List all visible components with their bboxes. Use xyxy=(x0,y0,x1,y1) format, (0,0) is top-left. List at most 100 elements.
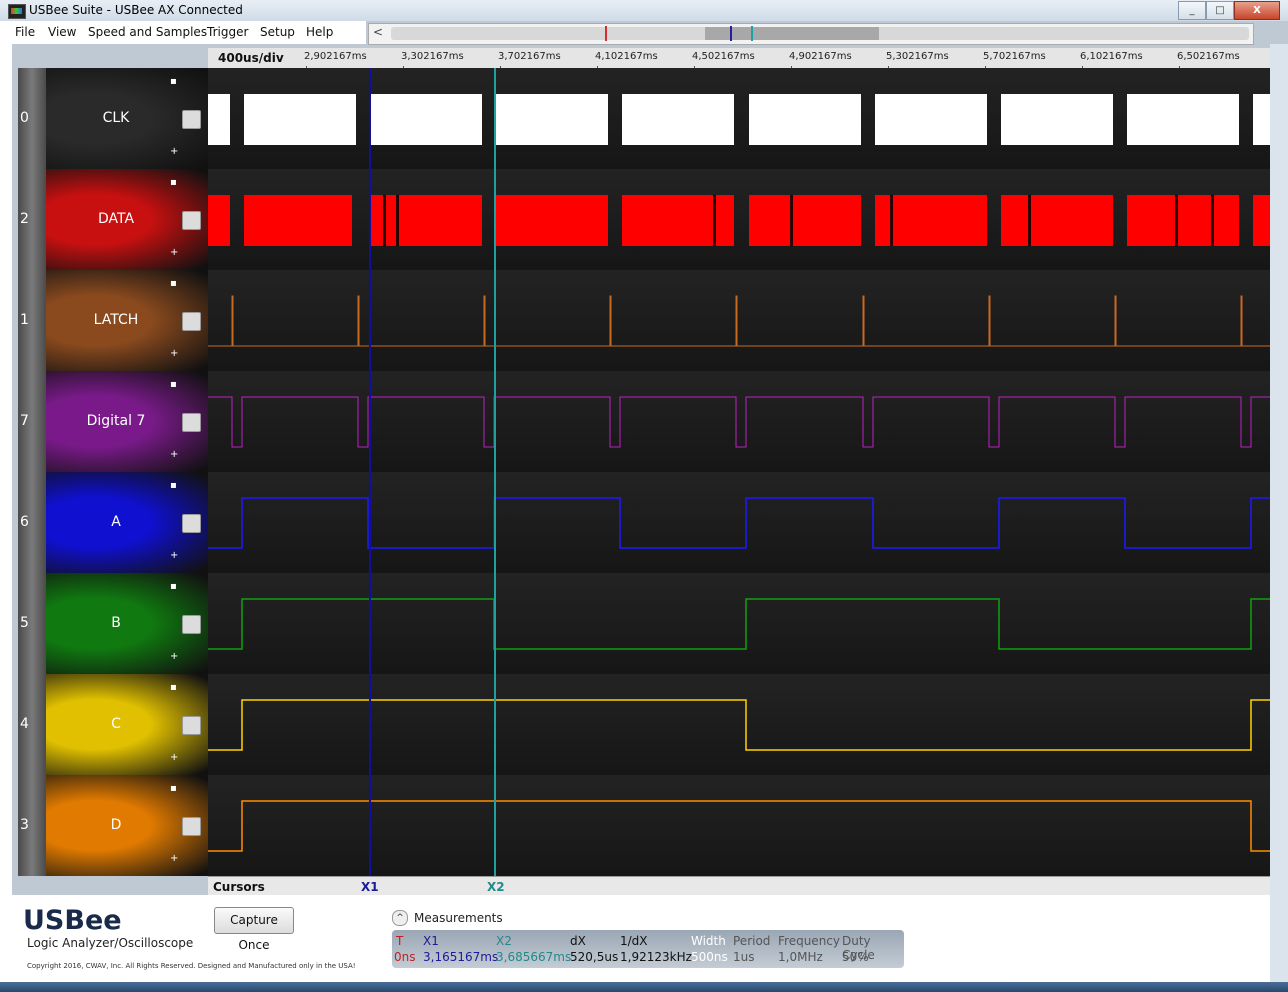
capture-once-button[interactable]: Capture Once xyxy=(214,907,294,952)
cursor-x2-line[interactable] xyxy=(494,68,496,876)
scroll-left-icon[interactable]: < xyxy=(373,25,383,39)
measurement-header: T xyxy=(396,934,404,948)
maximize-button[interactable]: □ xyxy=(1206,1,1234,20)
app-icon xyxy=(8,4,26,19)
data-glitch xyxy=(396,195,399,246)
channel-number: 6 xyxy=(20,514,29,530)
channel-remove-icon[interactable]: ▪ xyxy=(170,783,177,794)
menu-help[interactable]: Help xyxy=(306,25,333,39)
product-subtitle: Logic Analyzer/Oscilloscope xyxy=(27,936,194,950)
channel-remove-icon[interactable]: ▪ xyxy=(170,480,177,491)
channel-name[interactable]: Digital 7 xyxy=(46,413,186,429)
measurement-value: 0ns xyxy=(394,950,416,964)
channel-number: 4 xyxy=(20,716,29,732)
channel-name[interactable]: A xyxy=(46,514,186,530)
title-bar: USBee Suite - USBee AX Connected _ □ X xyxy=(0,0,1288,21)
channel-remove-icon[interactable]: ▪ xyxy=(170,76,177,87)
latch-waveform xyxy=(208,295,1270,347)
channel-checkbox[interactable] xyxy=(182,110,201,129)
channel-name[interactable]: LATCH xyxy=(46,312,186,328)
channel-number: 3 xyxy=(20,817,29,833)
measurement-value: 50% xyxy=(842,950,869,964)
channel-4-label[interactable]: 4 C ▪ + xyxy=(18,674,208,775)
waveform-plot[interactable] xyxy=(208,68,1270,876)
menu-setup[interactable]: Setup xyxy=(260,25,295,39)
a-waveform xyxy=(208,497,1270,549)
channel-7-label[interactable]: 7 Digital 7 ▪ + xyxy=(18,371,208,472)
left-frame xyxy=(0,44,12,992)
channel-2-label[interactable]: 2 DATA ▪ + xyxy=(18,169,208,270)
cursors-label: Cursors xyxy=(213,880,265,894)
menu-file[interactable]: File xyxy=(15,25,35,39)
menu-bar: File View Speed and Samples Trigger Setu… xyxy=(0,21,366,44)
x2-marker xyxy=(751,26,753,41)
channel-add-icon[interactable]: + xyxy=(170,146,178,157)
window-title: USBee Suite - USBee AX Connected xyxy=(29,3,243,17)
overview-scrollbar[interactable]: < xyxy=(368,23,1254,45)
channel-name[interactable]: DATA xyxy=(46,211,186,227)
channel-checkbox[interactable] xyxy=(182,716,201,735)
channel-0-label[interactable]: 0 CLK ▪ + xyxy=(18,68,208,169)
channel-name[interactable]: B xyxy=(46,615,186,631)
data-high-block xyxy=(749,195,861,246)
channel-checkbox[interactable] xyxy=(182,413,201,432)
measurements-title: Measurements xyxy=(414,911,503,925)
channel-label-panel: 0 CLK ▪ + 2 DATA ▪ + 1 LATCH ▪ + 7 Digit… xyxy=(18,68,208,876)
channel-3-label[interactable]: 3 D ▪ + xyxy=(18,775,208,876)
copyright-text: Copyright 2016, CWAV, Inc. All Rights Re… xyxy=(27,962,356,970)
measurement-header: X1 xyxy=(423,934,439,948)
channel-checkbox[interactable] xyxy=(182,211,201,230)
channel-checkbox[interactable] xyxy=(182,312,201,331)
b-waveform xyxy=(208,598,1270,650)
menu-speed-and-samples[interactable]: Speed and Samples xyxy=(88,25,207,39)
clk-high-block xyxy=(370,94,482,145)
channel-add-icon[interactable]: + xyxy=(170,550,178,561)
d-waveform xyxy=(208,800,1270,852)
channel-add-icon[interactable]: + xyxy=(170,752,178,763)
channel-add-icon[interactable]: + xyxy=(170,449,178,460)
channel-number: 5 xyxy=(20,615,29,631)
tick-label: 5,302167ms xyxy=(886,51,949,62)
channel-6-label[interactable]: 6 A ▪ + xyxy=(18,472,208,573)
measurement-header: Period xyxy=(733,934,771,948)
measurements-panel: T 0ns X1 3,165167ms X2 3,685667ms dX 520… xyxy=(392,930,904,968)
collapse-chevron-icon[interactable]: ^ xyxy=(392,910,408,926)
cursor-x1-label[interactable]: X1 xyxy=(361,880,379,894)
tick-label: 4,502167ms xyxy=(692,51,755,62)
menu-trigger[interactable]: Trigger xyxy=(207,25,248,39)
channel-remove-icon[interactable]: ▪ xyxy=(170,581,177,592)
measurement-value: 500ns xyxy=(691,950,728,964)
channel-checkbox[interactable] xyxy=(182,817,201,836)
cursor-x2-label[interactable]: X2 xyxy=(487,880,505,894)
data-high-block xyxy=(208,195,230,246)
channel-add-icon[interactable]: + xyxy=(170,348,178,359)
channel-add-icon[interactable]: + xyxy=(170,247,178,258)
channel-5-label[interactable]: 5 B ▪ + xyxy=(18,573,208,674)
timebase-label: 400us/div xyxy=(218,51,284,65)
channel-remove-icon[interactable]: ▪ xyxy=(170,177,177,188)
right-frame xyxy=(1270,44,1288,992)
clk-high-block xyxy=(208,94,230,145)
channel-name[interactable]: D xyxy=(46,817,186,833)
channel-remove-icon[interactable]: ▪ xyxy=(170,682,177,693)
cursor-bar: Cursors X1 X2 xyxy=(208,876,1270,896)
cursor-x1-line[interactable] xyxy=(369,68,371,876)
channel-name[interactable]: C xyxy=(46,716,186,732)
close-button[interactable]: X xyxy=(1234,1,1280,20)
measurement-value: 1,0MHz xyxy=(778,950,823,964)
channel-checkbox[interactable] xyxy=(182,514,201,533)
data-waveform xyxy=(208,195,1270,246)
channel-add-icon[interactable]: + xyxy=(170,651,178,662)
channel-checkbox[interactable] xyxy=(182,615,201,634)
channel-name[interactable]: CLK xyxy=(46,110,186,126)
tick-label: 2,902167ms xyxy=(304,51,367,62)
channel-remove-icon[interactable]: ▪ xyxy=(170,278,177,289)
measurement-header: Frequency xyxy=(778,934,840,948)
minimize-button[interactable]: _ xyxy=(1178,1,1206,20)
data-high-block xyxy=(370,195,482,246)
channel-remove-icon[interactable]: ▪ xyxy=(170,379,177,390)
channel-add-icon[interactable]: + xyxy=(170,853,178,864)
menu-view[interactable]: View xyxy=(48,25,76,39)
channel-1-label[interactable]: 1 LATCH ▪ + xyxy=(18,270,208,371)
usbee-logo: USBee xyxy=(23,905,122,936)
